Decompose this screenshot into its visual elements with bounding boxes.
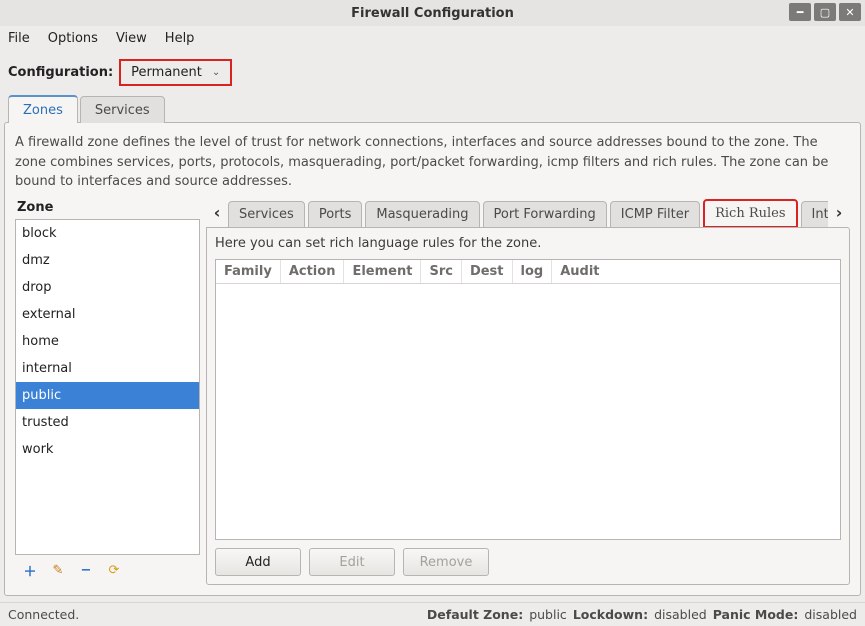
zone-item-work[interactable]: work (16, 436, 199, 463)
tab-services[interactable]: Services (80, 96, 165, 123)
menu-bar: File Options View Help (0, 26, 865, 52)
zone-item-home[interactable]: home (16, 328, 199, 355)
col-audit[interactable]: Audit (552, 260, 840, 283)
col-dest[interactable]: Dest (462, 260, 513, 283)
rich-rules-table-body (216, 284, 840, 464)
zone-item-block[interactable]: block (16, 220, 199, 247)
zone-item-trusted[interactable]: trusted (16, 409, 199, 436)
status-bar: Connected. Default Zone: public Lockdown… (0, 602, 865, 626)
zones-panel: A firewalld zone defines the level of tr… (4, 122, 861, 596)
subtab-ports[interactable]: Ports (308, 201, 363, 227)
zone-item-public[interactable]: public (16, 382, 199, 409)
zones-description: A firewalld zone defines the level of tr… (15, 133, 850, 192)
window-title: Firewall Configuration (351, 6, 514, 21)
zone-label: Zone (15, 198, 200, 219)
subtab-interfaces[interactable]: Interfaces (801, 201, 828, 227)
remove-button[interactable]: Remove (403, 548, 489, 576)
col-src[interactable]: Src (421, 260, 461, 283)
status-panic-value: disabled (804, 607, 857, 622)
menu-file[interactable]: File (8, 31, 30, 46)
chevron-down-icon: ⌄ (212, 67, 220, 78)
status-lockdown-value: disabled (654, 607, 707, 622)
col-log[interactable]: log (513, 260, 553, 283)
subtab-rich-rules[interactable]: Rich Rules (703, 199, 797, 227)
menu-view[interactable]: View (116, 31, 147, 46)
zone-item-internal[interactable]: internal (16, 355, 199, 382)
scroll-right-icon[interactable]: › (828, 199, 850, 227)
sub-tabs: Services Ports Masquerading Port Forward… (228, 198, 828, 227)
defaults-zone-icon[interactable]: ⟳ (105, 561, 123, 579)
status-connected: Connected. (8, 607, 79, 622)
window-buttons: ━ ▢ ✕ (789, 3, 861, 21)
minimize-button[interactable]: ━ (789, 3, 811, 21)
rich-rules-buttons: Add Edit Remove (215, 540, 841, 576)
configuration-label: Configuration: (8, 65, 113, 80)
col-action[interactable]: Action (281, 260, 345, 283)
sub-tab-row: ‹ Services Ports Masquerading Port Forwa… (206, 198, 850, 228)
edit-button[interactable]: Edit (309, 548, 395, 576)
maximize-button[interactable]: ▢ (814, 3, 836, 21)
zone-item-dmz[interactable]: dmz (16, 247, 199, 274)
zone-item-drop[interactable]: drop (16, 274, 199, 301)
configuration-value: Permanent (131, 65, 202, 80)
add-zone-icon[interactable]: ＋ (21, 561, 39, 579)
subtab-icmp-filter[interactable]: ICMP Filter (610, 201, 700, 227)
status-defzone-value: public (529, 607, 567, 622)
subtab-masquerading[interactable]: Masquerading (365, 201, 479, 227)
zone-list[interactable]: block dmz drop external home internal pu… (15, 219, 200, 556)
status-lockdown-label: Lockdown: (573, 607, 648, 622)
remove-zone-icon[interactable]: − (77, 561, 95, 579)
zone-area: Zone block dmz drop external home intern… (15, 198, 850, 586)
configuration-select[interactable]: Permanent ⌄ (119, 59, 232, 86)
detail-column: ‹ Services Ports Masquerading Port Forwa… (206, 198, 850, 586)
title-bar: Firewall Configuration ━ ▢ ✕ (0, 0, 865, 26)
menu-help[interactable]: Help (165, 31, 195, 46)
rich-rules-panel: Here you can set rich language rules for… (206, 227, 850, 586)
zone-item-external[interactable]: external (16, 301, 199, 328)
col-family[interactable]: Family (216, 260, 281, 283)
main-tabs: Zones Services (0, 92, 865, 122)
status-panic-label: Panic Mode: (713, 607, 799, 622)
zone-column: Zone block dmz drop external home intern… (15, 198, 200, 586)
firewall-config-window: Firewall Configuration ━ ▢ ✕ File Option… (0, 0, 865, 626)
close-button[interactable]: ✕ (839, 3, 861, 21)
col-element[interactable]: Element (344, 260, 421, 283)
rich-rules-table[interactable]: Family Action Element Src Dest log Audit (215, 259, 841, 541)
rich-rules-table-header: Family Action Element Src Dest log Audit (216, 260, 840, 284)
configuration-row: Configuration: Permanent ⌄ (0, 52, 865, 92)
tab-zones[interactable]: Zones (8, 95, 78, 123)
status-defzone-label: Default Zone: (427, 607, 523, 622)
add-button[interactable]: Add (215, 548, 301, 576)
status-right: Default Zone: public Lockdown: disabled … (427, 607, 857, 622)
rich-rules-description: Here you can set rich language rules for… (215, 236, 841, 251)
zone-toolbar: ＋ ✎ − ⟳ (15, 555, 200, 585)
edit-zone-icon[interactable]: ✎ (49, 561, 67, 579)
menu-options[interactable]: Options (48, 31, 98, 46)
scroll-left-icon[interactable]: ‹ (206, 199, 228, 227)
subtab-services[interactable]: Services (228, 201, 305, 227)
subtab-port-forwarding[interactable]: Port Forwarding (483, 201, 607, 227)
